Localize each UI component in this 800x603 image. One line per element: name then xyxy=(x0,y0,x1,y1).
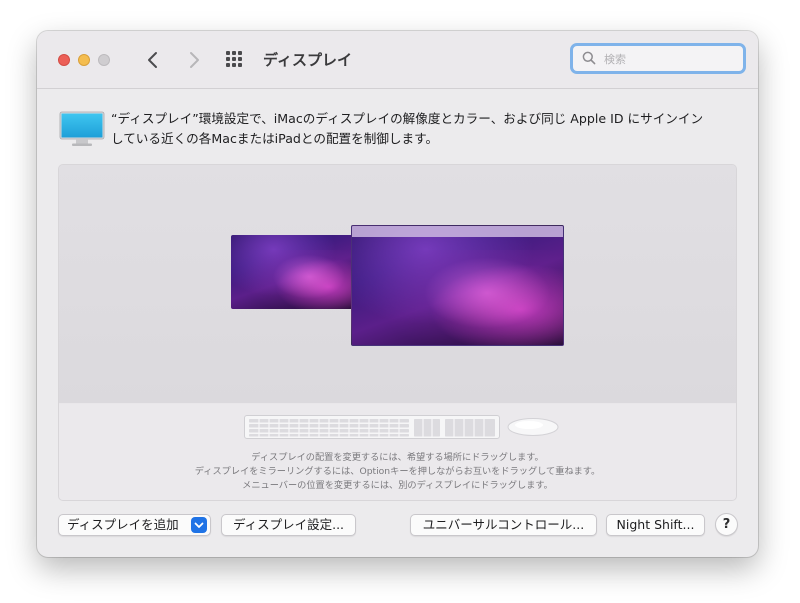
display-settings-button[interactable]: ディスプレイ設定... xyxy=(221,514,356,536)
menu-bar-indicator[interactable] xyxy=(352,226,563,237)
popup-indicator xyxy=(191,517,207,533)
hint-text: ディスプレイをミラーリングするには、Optionキーを押しながらお互いをドラッグ… xyxy=(194,466,601,477)
mouse-icon xyxy=(507,418,559,436)
display-arrangement-area: ディスプレイの配置を変更するには、希望する場所にドラッグします。 ディスプレイを… xyxy=(58,164,737,501)
zoom-button[interactable] xyxy=(98,54,110,66)
keyboard-icon xyxy=(244,415,500,439)
add-display-label: ディスプレイを追加 xyxy=(67,517,179,532)
display-icon xyxy=(59,111,105,146)
search-input[interactable] xyxy=(602,49,741,70)
chevron-left-icon xyxy=(148,52,157,68)
night-shift-button[interactable]: Night Shift... xyxy=(606,514,705,536)
chevron-right-icon xyxy=(190,52,199,68)
chevron-down-icon xyxy=(194,522,204,528)
minimize-button[interactable] xyxy=(78,54,90,66)
description-line: “ディスプレイ”環境設定で、iMacのディスプレイの解像度とカラー、および同じ … xyxy=(111,111,704,126)
description-text: “ディスプレイ”環境設定で、iMacのディスプレイの解像度とカラー、および同じ … xyxy=(111,109,741,149)
preferences-window: ディスプレイ “ディスプレイ”環境設定で、iMacのディスプレイの解像度とカラー… xyxy=(37,31,758,557)
window-title: ディスプレイ xyxy=(263,51,352,69)
show-all-button[interactable] xyxy=(226,51,246,69)
forward-button[interactable] xyxy=(182,48,206,72)
hint-text: メニューバーの位置を変更するには、別のディスプレイにドラッグします。 xyxy=(242,480,553,491)
title-bar: ディスプレイ xyxy=(37,31,758,89)
help-button[interactable]: ? xyxy=(715,513,738,536)
hint-text: ディスプレイの配置を変更するには、希望する場所にドラッグします。 xyxy=(251,452,544,463)
close-button[interactable] xyxy=(58,54,70,66)
arrangement-hints: ディスプレイの配置を変更するには、希望する場所にドラッグします。 ディスプレイを… xyxy=(59,451,736,493)
search-icon xyxy=(582,51,596,65)
back-button[interactable] xyxy=(141,48,165,72)
add-display-button[interactable]: ディスプレイを追加 xyxy=(58,514,211,536)
description-line: している近くの各MacまたはiPadとの配置を制御します。 xyxy=(111,131,439,146)
secondary-display-thumbnail[interactable] xyxy=(231,235,353,309)
main-display-thumbnail[interactable] xyxy=(351,225,564,346)
universal-control-button[interactable]: ユニバーサルコントロール... xyxy=(410,514,597,536)
arrangement-canvas xyxy=(59,165,736,403)
search-field[interactable] xyxy=(570,43,746,74)
